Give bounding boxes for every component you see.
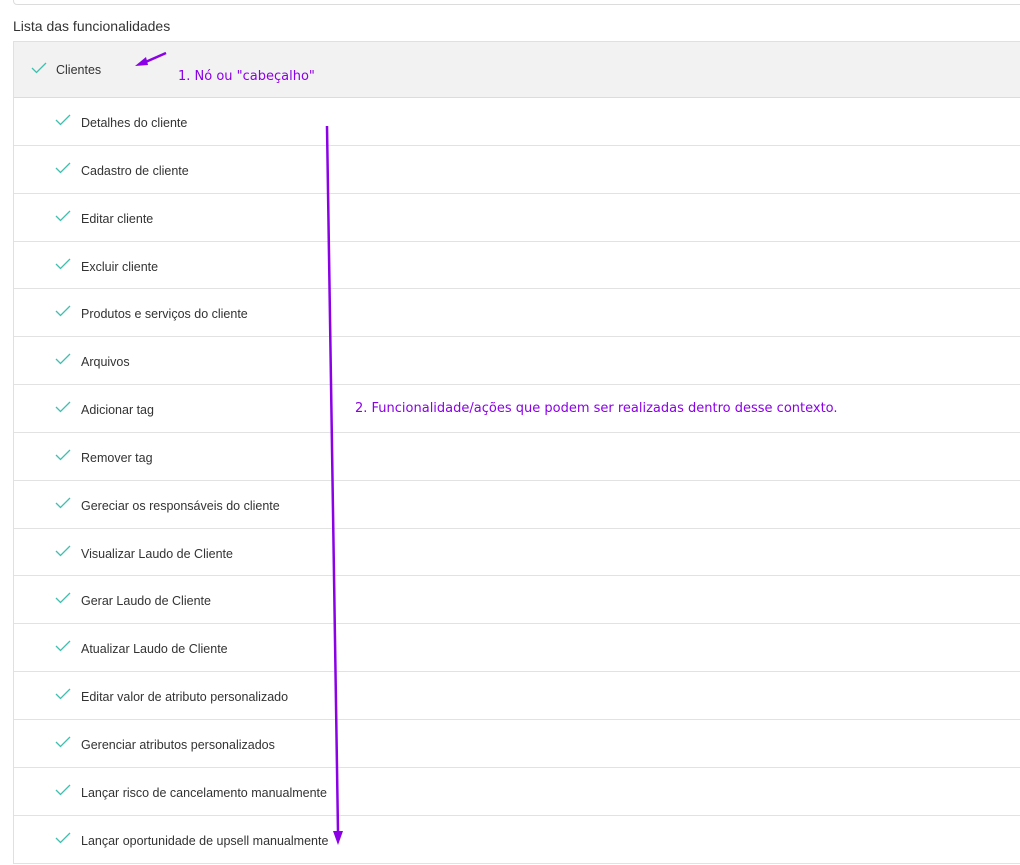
feature-label: Detalhes do cliente	[81, 116, 188, 130]
feature-label: Atualizar Laudo de Cliente	[81, 642, 228, 657]
feature-label: Gerenciar atributos personalizados	[81, 737, 275, 752]
feature-row[interactable]: Remover tag	[14, 432, 1020, 481]
check-icon[interactable]	[55, 258, 71, 270]
check-icon[interactable]	[55, 162, 71, 174]
feature-label: Visualizar Laudo de Cliente	[81, 546, 233, 561]
feature-label: Editar cliente	[81, 211, 154, 226]
check-icon[interactable]	[55, 305, 71, 317]
check-icon[interactable]	[55, 497, 71, 509]
check-icon[interactable]	[55, 449, 71, 461]
check-icon[interactable]	[55, 592, 71, 604]
annotation-header-note: 1. Nó ou "cabeçalho"	[178, 69, 315, 84]
check-icon[interactable]	[55, 736, 71, 748]
feature-row[interactable]: Gerar Laudo de Cliente	[14, 576, 1020, 625]
annotation-actions-note: 2. Funcionalidade/ações que podem ser re…	[355, 401, 838, 416]
feature-row[interactable]: Visualizar Laudo de Cliente	[14, 528, 1020, 577]
feature-row[interactable]: Excluir cliente	[14, 241, 1020, 290]
feature-row[interactable]: Arquivos	[14, 337, 1020, 386]
check-icon[interactable]	[55, 832, 71, 844]
feature-row[interactable]: Detalhes do cliente	[14, 98, 1020, 146]
check-icon[interactable]	[55, 784, 71, 796]
feature-row[interactable]: Lançar oportunidade de upsell manualment…	[14, 815, 1020, 864]
feature-label: Editar valor de atributo personalizado	[81, 690, 289, 705]
feature-label: Arquivos	[81, 355, 130, 370]
feature-label: Adicionar tag	[81, 403, 154, 418]
feature-row[interactable]: Lançar risco de cancelamento manualmente	[14, 767, 1020, 816]
check-icon[interactable]	[55, 114, 71, 126]
feature-row[interactable]: Editar valor de atributo personalizado	[14, 672, 1020, 720]
feature-row[interactable]: Produtos e serviços do cliente	[14, 289, 1020, 338]
feature-row[interactable]: Gereciar os responsáveis do cliente	[14, 480, 1020, 529]
check-icon[interactable]	[31, 62, 47, 74]
check-icon[interactable]	[55, 640, 71, 652]
check-icon[interactable]	[55, 401, 71, 413]
top-input-field[interactable]	[13, 0, 1020, 5]
tree-node-header-clientes[interactable]: Clientes	[14, 42, 1020, 98]
check-icon[interactable]	[55, 545, 71, 557]
feature-row[interactable]: Gerenciar atributos personalizados	[14, 719, 1020, 768]
tree-node-label: Clientes	[56, 63, 102, 77]
feature-row[interactable]: Editar cliente	[14, 193, 1020, 242]
feature-label: Cadastro de cliente	[81, 163, 189, 178]
feature-label: Produtos e serviços do cliente	[81, 307, 248, 322]
check-icon[interactable]	[55, 688, 71, 700]
feature-label: Gerar Laudo de Cliente	[81, 594, 211, 609]
feature-label: Remover tag	[81, 450, 153, 465]
feature-label: Lançar oportunidade de upsell manualment…	[81, 833, 329, 848]
feature-tree: Clientes Detalhes do cliente Cadastro de …	[13, 41, 1020, 864]
check-icon[interactable]	[55, 210, 71, 222]
feature-row[interactable]: Atualizar Laudo de Cliente	[14, 624, 1020, 673]
feature-row[interactable]: Cadastro de cliente	[14, 145, 1020, 194]
feature-label: Lançar risco de cancelamento manualmente	[81, 785, 327, 800]
section-title: Lista das funcionalidades	[13, 18, 171, 34]
feature-label: Gereciar os responsáveis do cliente	[81, 498, 280, 513]
feature-label: Excluir cliente	[81, 259, 159, 274]
check-icon[interactable]	[55, 353, 71, 365]
